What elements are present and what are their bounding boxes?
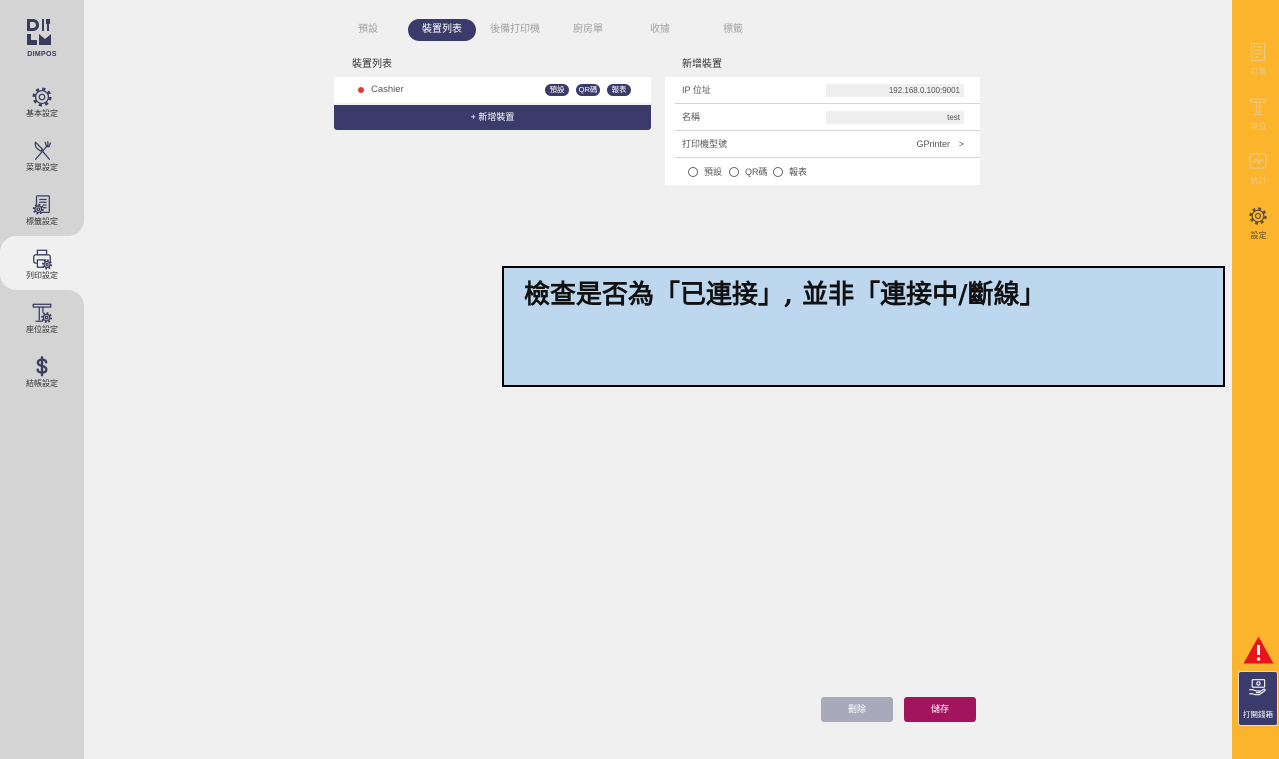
sidebar-item-label: 基本設定 — [26, 109, 58, 118]
right-sidebar: 訂單 座位 統計 設定 打開錢箱 — [1232, 0, 1279, 759]
fork-knife-icon — [31, 140, 53, 162]
dimpos-logo-icon — [26, 18, 58, 48]
rightbar-item-settings[interactable]: 設定 — [1238, 206, 1279, 254]
annotation-callout: 檢查是否為「已連接」, 並非「連接中/斷線」 — [502, 266, 1225, 387]
tab-backup-printer[interactable]: 後備打印機 — [481, 19, 549, 41]
gear-icon — [31, 86, 53, 108]
sidebar-item-label: 菜單設定 — [26, 163, 58, 172]
rightbar-item-label: 設定 — [1250, 231, 1267, 240]
tab-kitchen-ticket[interactable]: 廚房單 — [554, 19, 622, 41]
tab-device-list[interactable]: 裝置列表 — [408, 19, 476, 41]
ip-address-input[interactable]: 192.168.0.100:9001 — [826, 84, 964, 97]
device-list-heading: 裝置列表 — [352, 59, 392, 70]
radio-report[interactable] — [773, 167, 783, 177]
radio-report-label: 報表 — [789, 167, 808, 177]
printer-icon — [31, 248, 53, 270]
cash-icon — [1248, 678, 1268, 698]
device-options-row: 預設 QR碼 報表 — [665, 158, 980, 185]
new-device-heading: 新增裝置 — [682, 59, 722, 70]
radio-default[interactable] — [688, 167, 698, 177]
tab-receipt[interactable]: 收據 — [626, 19, 694, 41]
rightbar-item-seats[interactable]: 座位 — [1238, 97, 1279, 145]
name-input[interactable]: test — [826, 111, 964, 124]
table-icon — [1248, 97, 1268, 117]
save-button[interactable]: 儲存 — [904, 697, 976, 722]
printer-model-label: 打印機型號 — [682, 139, 728, 149]
rightbar-item-label: 統計 — [1250, 176, 1267, 185]
sidebar-item-label: 結帳設定 — [26, 379, 58, 388]
warning-icon[interactable] — [1243, 636, 1274, 664]
document-gear-icon — [31, 194, 53, 216]
rightbar-item-orders[interactable]: 訂單 — [1238, 42, 1279, 90]
name-label: 名稱 — [682, 112, 701, 122]
sidebar-item-label-settings[interactable]: 標籤設定 — [0, 182, 84, 236]
sidebar-item-label: 標籤設定 — [26, 217, 58, 226]
radio-default-label: 預設 — [704, 167, 723, 177]
radio-qr-label: QR碼 — [745, 167, 768, 177]
table-gear-icon — [31, 302, 53, 324]
name-row: 名稱 test — [665, 104, 980, 131]
logo-text: DIMPOS — [27, 51, 57, 58]
sidebar-item-label: 座位設定 — [26, 325, 58, 334]
sidebar-item-seat-settings[interactable]: 座位設定 — [0, 290, 84, 344]
sidebar-item-basic-settings[interactable]: 基本設定 — [0, 74, 84, 128]
chevron-right-icon: > — [958, 139, 964, 149]
badge-qr: QR碼 — [576, 84, 600, 96]
ip-address-label: IP 位址 — [682, 85, 711, 95]
device-name: Cashier — [371, 84, 404, 95]
radio-qr[interactable] — [729, 167, 739, 177]
device-row-cashier[interactable]: Cashier 預設 QR碼 報表 — [334, 77, 651, 103]
add-device-button[interactable]: + 新增裝置 — [334, 105, 651, 130]
badge-report: 報表 — [607, 84, 631, 96]
new-device-form: IP 位址 192.168.0.100:9001 名稱 test 打印機型號 G… — [665, 77, 980, 185]
left-sidebar: DIMPOS 基本設定 菜單設定 標籤設定 列印設定 座位設定 結帳設定 — [0, 0, 84, 759]
open-cash-drawer-label: 打開錢箱 — [1243, 710, 1273, 719]
sidebar-item-checkout-settings[interactable]: 結帳設定 — [0, 344, 84, 398]
printer-model-selector[interactable]: 打印機型號 GPrinter > — [665, 131, 980, 158]
delete-button[interactable]: 刪除 — [821, 697, 893, 722]
stats-icon — [1248, 151, 1268, 171]
rightbar-item-label: 訂單 — [1250, 67, 1267, 76]
sidebar-item-menu-settings[interactable]: 菜單設定 — [0, 128, 84, 182]
order-icon — [1248, 42, 1268, 62]
dollar-icon — [31, 356, 53, 378]
sidebar-item-label: 列印設定 — [26, 271, 58, 280]
ip-address-row: IP 位址 192.168.0.100:9001 — [665, 77, 980, 104]
gear-icon — [1248, 206, 1268, 226]
annotation-text: 檢查是否為「已連接」, 並非「連接中/斷線」 — [524, 280, 1046, 310]
printer-model-value: GPrinter — [916, 139, 950, 149]
open-cash-drawer-button[interactable]: 打開錢箱 — [1238, 671, 1278, 726]
rightbar-item-label: 座位 — [1250, 122, 1267, 131]
tab-default[interactable]: 預設 — [334, 19, 402, 41]
tab-label[interactable]: 標籤 — [699, 19, 767, 41]
sidebar-item-print-settings[interactable]: 列印設定 — [0, 236, 84, 290]
rightbar-item-statistics[interactable]: 統計 — [1238, 151, 1279, 199]
badge-default: 預設 — [545, 84, 569, 96]
status-dot — [358, 87, 364, 93]
